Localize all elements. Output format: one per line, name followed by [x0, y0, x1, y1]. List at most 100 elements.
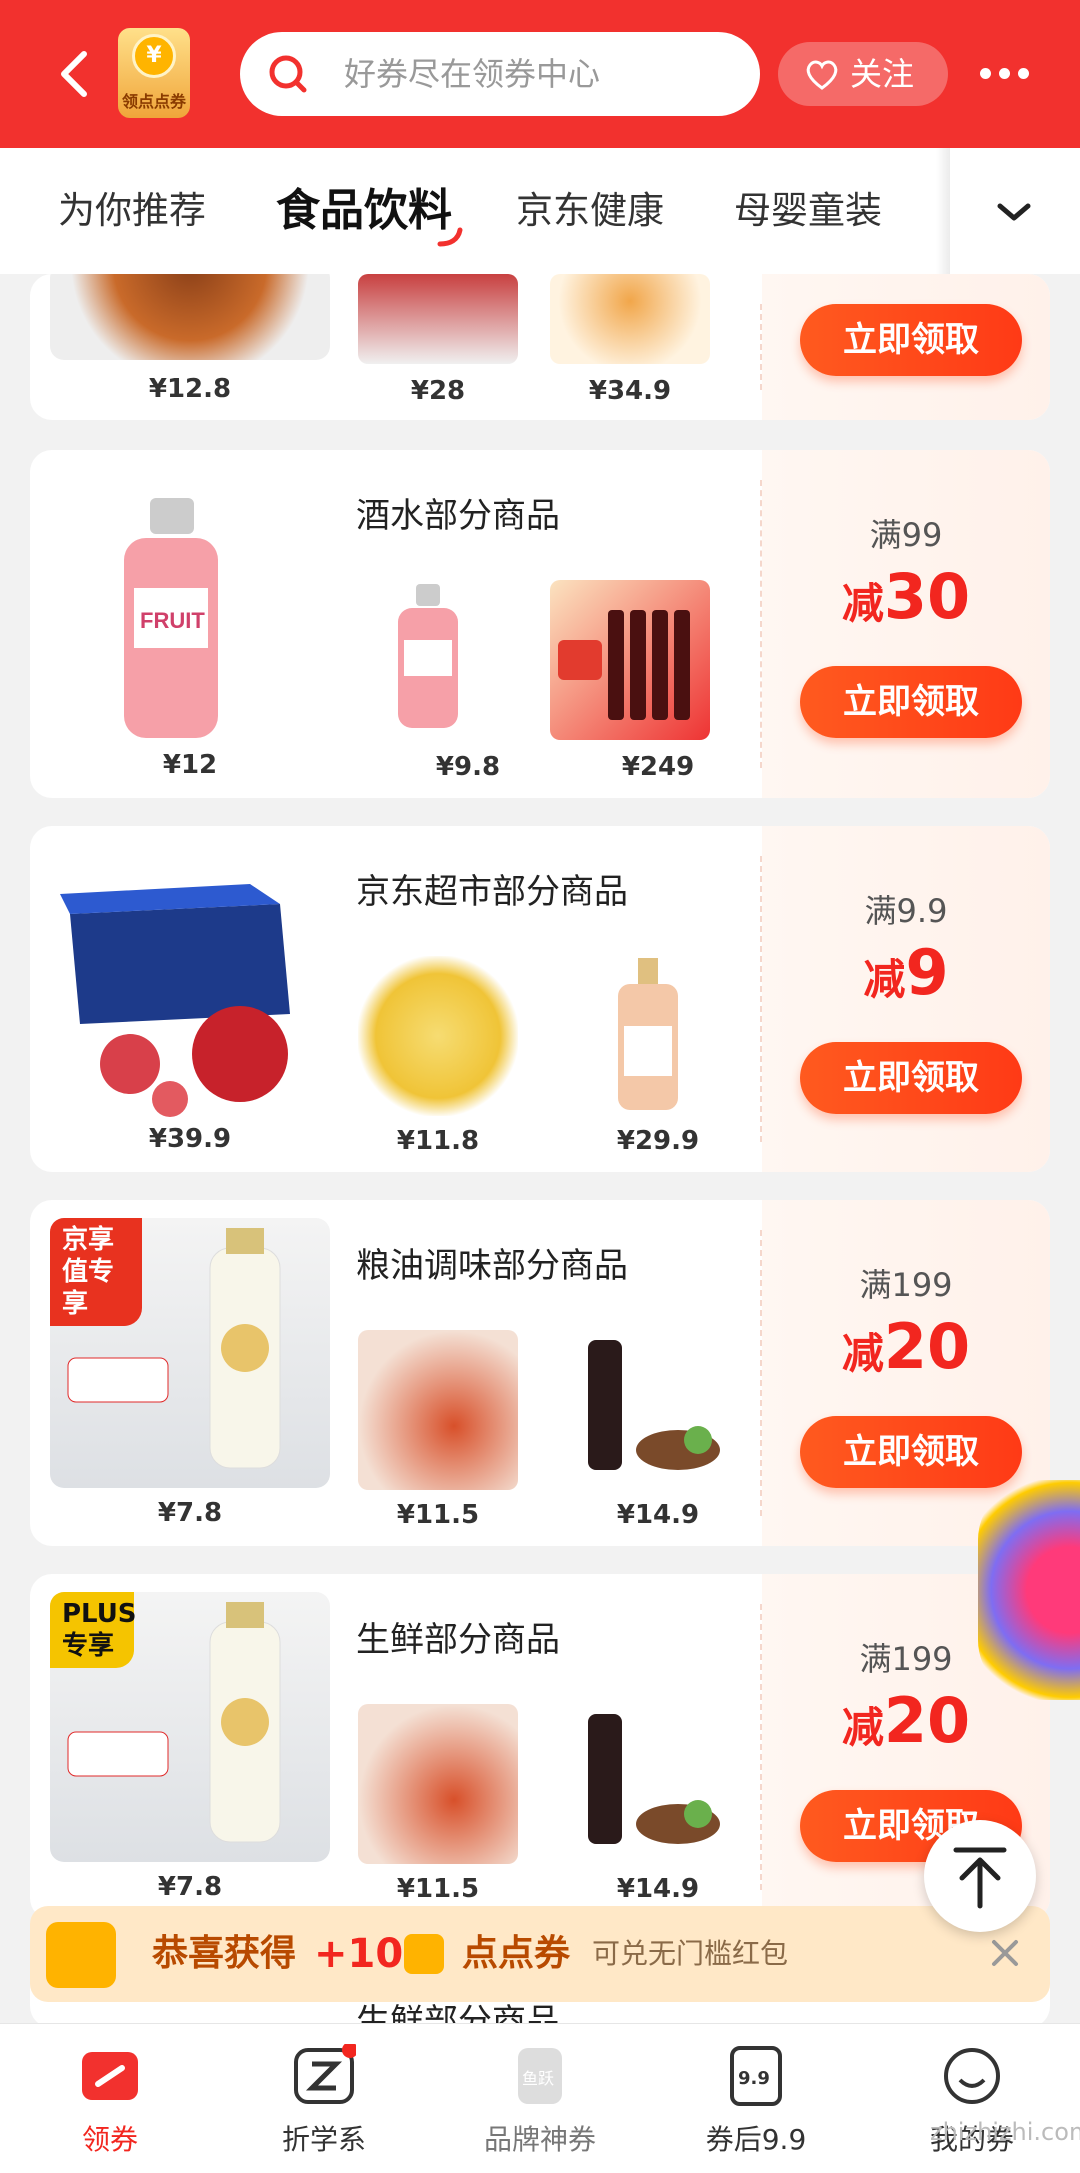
product-image[interactable]: FRUIT	[50, 488, 330, 758]
coupon-scope-name: 京东超市部分商品	[356, 872, 628, 912]
claim-button[interactable]: 立即领取	[800, 304, 1022, 376]
coupon-coin-icon	[404, 1934, 444, 1974]
exclusive-badge: 京享值专享	[50, 1218, 142, 1326]
product-image[interactable]	[358, 1330, 518, 1490]
brand-can-icon: 鱼跃	[518, 2048, 562, 2104]
coupon-amount: 减30	[841, 560, 971, 633]
claim-button[interactable]: 立即领取	[800, 1416, 1022, 1488]
smiley-icon	[944, 2048, 1000, 2104]
tabbar-item-zhexuexi[interactable]: 折学系	[244, 2044, 404, 2164]
floating-activity-icon[interactable]	[978, 1480, 1080, 1700]
plus-badge: PLUS专享	[50, 1592, 137, 1668]
product-image[interactable]	[50, 864, 330, 1134]
tabbar-label: 领券	[81, 2123, 138, 2156]
coupon-amount: 减20	[841, 1684, 971, 1757]
tab-maternal-kids[interactable]: 母婴童装	[734, 148, 882, 274]
reward-amount: +10	[314, 1931, 404, 1977]
product-image[interactable]: PLUS专享	[50, 1592, 330, 1862]
tabbar-label: 品牌神券	[483, 2123, 596, 2156]
product-image[interactable]	[50, 274, 330, 360]
search-bar[interactable]: 好券尽在领券中心	[240, 32, 760, 116]
tab-jd-health[interactable]: 京东健康	[516, 148, 664, 274]
arrow-up-icon	[953, 1847, 1007, 1909]
follow-button[interactable]: 关注	[778, 42, 948, 106]
coupon-condition: 满99	[869, 516, 943, 554]
coupon-condition: 满9.9	[864, 892, 948, 930]
reward-name: 点点券	[462, 1933, 571, 1974]
ticket-icon-text: 9.9	[738, 2068, 770, 2089]
coupon-ticket-icon	[82, 2052, 138, 2100]
product-image[interactable]	[568, 1704, 728, 1864]
reward-toast[interactable]: 恭喜获得 +10 点点券 可兑无门槛红包	[30, 1906, 1050, 2002]
product-image[interactable]	[388, 580, 548, 740]
product-price: ¥39.9	[148, 1124, 232, 1154]
tabbar-item-coupons[interactable]: 领券	[30, 2044, 190, 2164]
claim-button[interactable]: 立即领取	[800, 1042, 1022, 1114]
claim-button[interactable]: 立即领取	[800, 666, 1022, 738]
back-arrow-icon[interactable]	[52, 48, 98, 100]
category-tabs: 为你推荐 食品饮料 京东健康 母婴童装	[0, 148, 1080, 274]
product-price: ¥11.5	[396, 1500, 480, 1530]
coupon-scope-name: 粮油调味部分商品	[356, 1246, 628, 1286]
search-placeholder: 好券尽在领券中心	[344, 55, 601, 93]
coin-icon	[46, 1922, 116, 1988]
coupon-card[interactable]: 酒水部分商品 FRUIT ¥12 ¥9.8 ¥249 满99 减30 立即领取	[30, 450, 1050, 798]
product-image[interactable]	[358, 956, 518, 1116]
product-image[interactable]	[568, 956, 728, 1116]
tabbar-item-brand-coupons[interactable]: 鱼跃 品牌神券	[460, 2044, 620, 2164]
tabbar-item-my-coupons[interactable]: 我的券	[892, 2044, 1052, 2164]
bottom-tab-bar: 领券 折学系 鱼跃 品牌神券 9.9 券后9.9 我的券	[0, 2023, 1080, 2173]
coin-icon: ¥	[132, 34, 176, 78]
svg-text:FRUIT: FRUIT	[140, 608, 205, 633]
coupon-scope-name: 酒水部分商品	[356, 496, 560, 536]
tab-food-drink[interactable]: 食品饮料	[276, 148, 452, 274]
product-price: ¥14.9	[616, 1874, 700, 1904]
coupon-condition: 满199	[859, 1266, 953, 1304]
product-price: ¥11.8	[396, 1126, 480, 1156]
watermark: zhizhizhi.com	[930, 2118, 1080, 2146]
coupon-card[interactable]: 粮油调味部分商品 京享值专享 ¥7.8 ¥11.5 ¥14.9 满199 减20…	[30, 1200, 1050, 1546]
tabbar-item-after-coupon-9-9[interactable]: 9.9 券后9.9	[676, 2044, 836, 2164]
coupon-card[interactable]: 生鲜部分商品 PLUS专享 ¥7.8 ¥11.5 ¥14.9 满199 减20 …	[30, 1574, 1050, 1920]
coupon-amount: 减20	[841, 1310, 971, 1383]
chevron-down-icon[interactable]	[990, 188, 1038, 236]
z-logo-icon	[294, 2044, 356, 2104]
product-price: ¥29.9	[616, 1126, 700, 1156]
ticket-9-9-icon: 9.9	[730, 2046, 782, 2106]
coupon-scope-name: 生鲜部分商品	[356, 1620, 560, 1660]
coupon-card[interactable]: 京东超市部分商品 ¥39.9 ¥11.8 ¥29.9 满9.9 减9 立即领取	[30, 826, 1050, 1172]
product-image[interactable]	[550, 274, 710, 364]
back-to-top-button[interactable]	[924, 1820, 1036, 1932]
search-icon	[269, 55, 307, 93]
top-header: ¥ 领点点券 好券尽在领券中心 关注	[0, 0, 1080, 148]
coupon-card[interactable]: ¥12.8 ¥28 ¥34.9 立即领取	[30, 274, 1050, 420]
product-image[interactable]	[358, 1704, 518, 1864]
active-tab-indicator	[437, 227, 463, 247]
product-price: ¥34.9	[588, 376, 672, 406]
tabbar-label: 折学系	[281, 2123, 366, 2156]
product-price: ¥249	[621, 752, 695, 782]
dashed-divider	[760, 304, 762, 390]
product-price: ¥14.9	[616, 1500, 700, 1530]
brand-icon-text: 鱼跃	[522, 2069, 554, 2088]
reward-subtext: 可兑无门槛红包	[592, 1937, 789, 1970]
product-image[interactable]	[550, 580, 710, 740]
heart-plus-icon	[806, 60, 838, 90]
product-price: ¥12	[162, 750, 218, 780]
close-icon[interactable]	[988, 1936, 1022, 1970]
reward-text: 恭喜获得	[152, 1933, 297, 1974]
coupon-amount: 减9	[863, 936, 949, 1009]
shop-logo-label: 领点点券	[121, 92, 186, 111]
product-price: ¥9.8	[435, 752, 501, 782]
product-price: ¥7.8	[157, 1498, 223, 1528]
product-image[interactable]	[568, 1330, 728, 1490]
tabbar-label: 券后9.9	[705, 2123, 807, 2156]
product-price: ¥7.8	[157, 1872, 223, 1902]
more-icon[interactable]	[976, 60, 1036, 88]
product-image[interactable]: 京享值专享	[50, 1218, 330, 1488]
tab-recommend[interactable]: 为你推荐	[58, 148, 206, 274]
tab-fade-divider	[936, 148, 950, 274]
product-price: ¥11.5	[396, 1874, 480, 1904]
product-image[interactable]	[358, 274, 518, 364]
shop-logo[interactable]: ¥ 领点点券	[118, 28, 190, 118]
